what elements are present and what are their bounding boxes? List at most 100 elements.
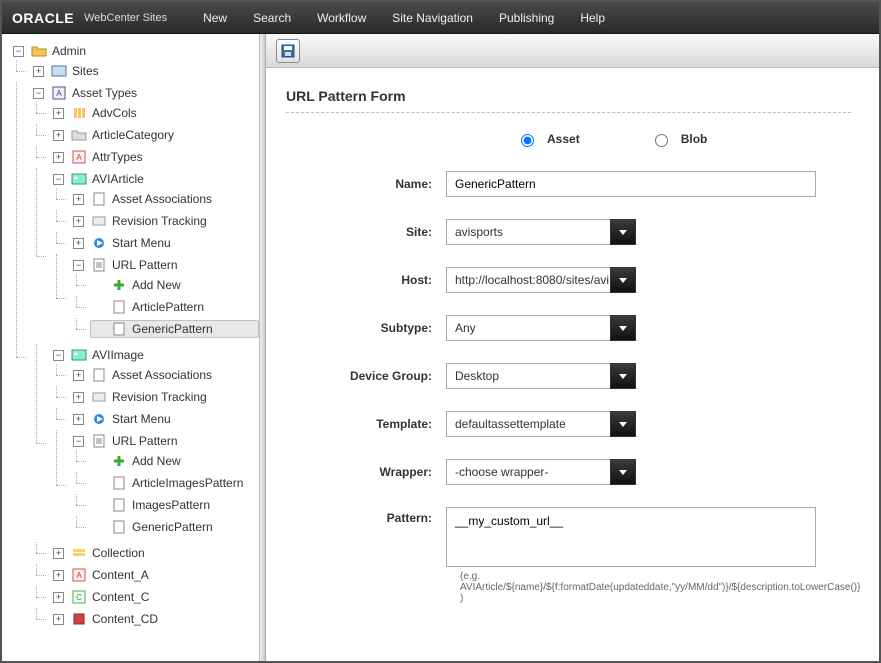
site-select[interactable]: avisports: [446, 219, 636, 245]
name-input[interactable]: [446, 171, 816, 197]
radio-asset-input[interactable]: [521, 134, 534, 147]
collapse-icon[interactable]: −: [33, 88, 44, 99]
save-button[interactable]: [276, 39, 300, 63]
expand-icon[interactable]: +: [73, 194, 84, 205]
menu-new[interactable]: New: [203, 11, 227, 25]
site-select-button[interactable]: [610, 219, 636, 245]
collapse-icon[interactable]: −: [13, 46, 24, 57]
expand-icon[interactable]: +: [73, 370, 84, 381]
expand-icon[interactable]: +: [73, 392, 84, 403]
chevron-down-icon: [615, 416, 631, 432]
expand-icon[interactable]: +: [33, 66, 44, 77]
template-select-value: defaultassettemplate: [446, 411, 610, 437]
template-select-button[interactable]: [610, 411, 636, 437]
tree-sites[interactable]: + Sites: [30, 62, 259, 80]
pattern-icon: [111, 299, 127, 315]
tree-collection[interactable]: +Collection: [50, 544, 259, 562]
host-select[interactable]: http://localhost:8080/sites/avi: [446, 267, 636, 293]
tree-article-category[interactable]: +ArticleCategory: [50, 126, 259, 144]
expand-icon[interactable]: +: [53, 592, 64, 603]
tree-article-pattern[interactable]: ArticlePattern: [90, 298, 259, 316]
doc-icon: [91, 191, 107, 207]
tree-revision-tracking-2[interactable]: +Revision Tracking: [70, 388, 259, 406]
subtype-select-button[interactable]: [610, 315, 636, 341]
url-icon: [91, 433, 107, 449]
expand-icon[interactable]: +: [73, 238, 84, 249]
collapse-icon[interactable]: −: [73, 260, 84, 271]
tree-article-images-pattern[interactable]: ArticleImagesPattern: [90, 474, 259, 492]
url-icon: [91, 257, 107, 273]
tree-start-menu[interactable]: +Start Menu: [70, 234, 259, 252]
tree-asset-associations[interactable]: +Asset Associations: [70, 190, 259, 208]
label-pattern: Pattern:: [286, 507, 446, 525]
tree-content-cd[interactable]: +Content_CD: [50, 610, 259, 628]
tree-avi-image[interactable]: −AVIImage: [50, 346, 259, 364]
menu-workflow[interactable]: Workflow: [317, 11, 366, 25]
menu-site-navigation[interactable]: Site Navigation: [392, 11, 473, 25]
menu-help[interactable]: Help: [580, 11, 605, 25]
chevron-down-icon: [615, 464, 631, 480]
tree-admin[interactable]: − Admin: [10, 42, 259, 60]
sidebar-tree[interactable]: − Admin + Sites: [2, 34, 260, 661]
chevron-down-icon: [615, 368, 631, 384]
expand-icon[interactable]: +: [53, 152, 64, 163]
asset-types-icon: A: [51, 85, 67, 101]
template-select[interactable]: defaultassettemplate: [446, 411, 636, 437]
device-group-select-button[interactable]: [610, 363, 636, 389]
tree-images-pattern[interactable]: ImagesPattern: [90, 496, 259, 514]
plus-icon: [111, 453, 127, 469]
tree-generic-pattern-2[interactable]: GenericPattern: [90, 518, 259, 536]
start-icon: [91, 235, 107, 251]
pattern-icon: [111, 321, 127, 337]
wrapper-select[interactable]: -choose wrapper-: [446, 459, 636, 485]
site-select-value: avisports: [446, 219, 610, 245]
expand-icon[interactable]: +: [53, 614, 64, 625]
tree-attr-types[interactable]: +AAttrTypes: [50, 148, 259, 166]
menu-publishing[interactable]: Publishing: [499, 11, 554, 25]
collapse-icon[interactable]: −: [53, 350, 64, 361]
tree-url-pattern-2[interactable]: −URL Pattern: [70, 432, 259, 450]
radio-blob-input[interactable]: [655, 134, 668, 147]
radio-asset[interactable]: Asset: [516, 131, 580, 147]
tree-generic-pattern-selected[interactable]: GenericPattern: [90, 320, 259, 338]
radio-blob[interactable]: Blob: [650, 131, 708, 147]
pattern-icon: [111, 519, 127, 535]
tree-advcols[interactable]: +AdvCols: [50, 104, 259, 122]
wrapper-select-button[interactable]: [610, 459, 636, 485]
expand-icon[interactable]: +: [53, 570, 64, 581]
body: − Admin + Sites: [2, 34, 879, 661]
tree-revision-tracking[interactable]: +Revision Tracking: [70, 212, 259, 230]
expand-icon[interactable]: +: [73, 414, 84, 425]
collapse-icon[interactable]: −: [73, 436, 84, 447]
subtype-select[interactable]: Any: [446, 315, 636, 341]
collapse-icon[interactable]: −: [53, 174, 64, 185]
pattern-icon: [111, 497, 127, 513]
pattern-textarea[interactable]: [446, 507, 816, 567]
expand-icon[interactable]: +: [53, 130, 64, 141]
tree-asset-types[interactable]: − A Asset Types: [30, 84, 259, 102]
host-select-button[interactable]: [610, 267, 636, 293]
tree-content-c[interactable]: +CContent_C: [50, 588, 259, 606]
tree-content-a[interactable]: +AContent_A: [50, 566, 259, 584]
form-title: URL Pattern Form: [286, 88, 851, 104]
tree-url-pattern[interactable]: −URL Pattern: [70, 256, 259, 274]
main-panel: URL Pattern Form Asset Blob Name: Site: …: [266, 34, 879, 661]
brand-product: WebCenter Sites: [84, 12, 167, 24]
expand-icon[interactable]: +: [53, 548, 64, 559]
expand-icon[interactable]: +: [53, 108, 64, 119]
tree-add-new[interactable]: Add New: [90, 276, 259, 294]
app-window: ORACLE WebCenter Sites New Search Workfl…: [0, 0, 881, 663]
tree-avi-article[interactable]: −AVIArticle: [50, 170, 259, 188]
expand-icon[interactable]: +: [73, 216, 84, 227]
tree-start-menu-2[interactable]: +Start Menu: [70, 410, 259, 428]
device-group-select[interactable]: Desktop: [446, 363, 636, 389]
tree-asset-associations-2[interactable]: +Asset Associations: [70, 366, 259, 384]
content-icon: C: [71, 589, 87, 605]
chevron-down-icon: [615, 224, 631, 240]
tree-add-new-2[interactable]: Add New: [90, 452, 259, 470]
label-template: Template:: [286, 417, 446, 431]
menu-search[interactable]: Search: [253, 11, 291, 25]
svg-text:A: A: [76, 571, 82, 580]
label-device-group: Device Group:: [286, 369, 446, 383]
top-menu-bar: ORACLE WebCenter Sites New Search Workfl…: [2, 2, 879, 34]
